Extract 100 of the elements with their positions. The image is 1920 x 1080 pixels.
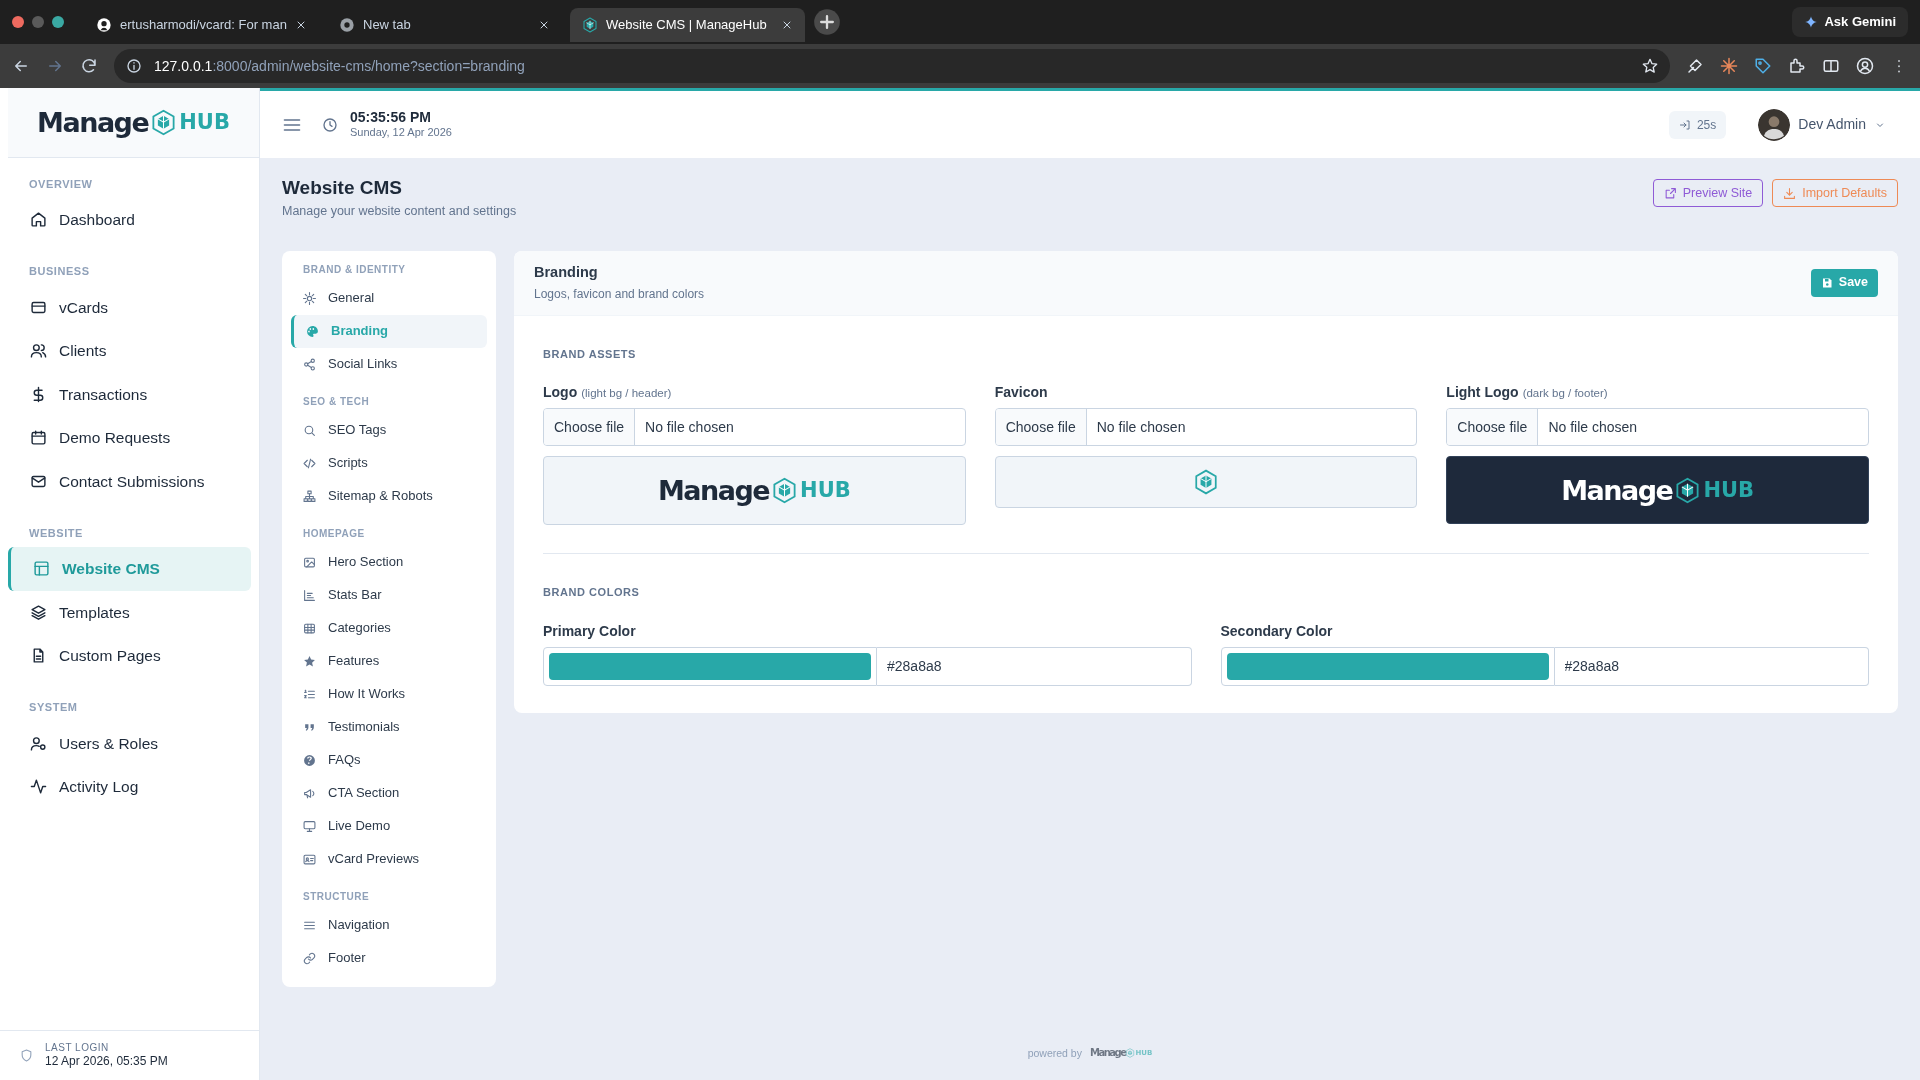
tag-icon[interactable] — [1754, 57, 1772, 75]
close-icon[interactable] — [538, 19, 550, 31]
settings-nav-item[interactable]: CTA Section — [291, 776, 487, 810]
sidebar-item[interactable]: Activity Log — [8, 765, 251, 809]
choose-file-button[interactable]: Choose file — [995, 409, 1087, 445]
split-view-icon[interactable] — [1822, 57, 1840, 75]
sidebar-item[interactable]: Transactions — [8, 372, 251, 416]
section-heading: WEBSITE — [28, 525, 84, 541]
last-login-time: 12 Apr 2026, 05:35 PM — [45, 1054, 168, 1070]
help-icon — [303, 753, 316, 767]
window-control-icon[interactable] — [52, 16, 64, 28]
monitor-icon — [303, 819, 316, 833]
sidebar-item[interactable]: Demo Requests — [8, 416, 251, 460]
user-gear-icon — [30, 734, 47, 752]
settings-nav-item[interactable]: SEO Tags — [291, 413, 487, 447]
window-control-icon[interactable] — [32, 16, 44, 28]
settings-nav-item[interactable]: FAQs — [291, 743, 487, 777]
settings-nav-item[interactable]: Social Links — [291, 347, 487, 381]
gear-icon — [303, 291, 316, 305]
browser-tab[interactable]: ertusharmodi/vcard: For man — [84, 8, 319, 42]
window-control-icon[interactable] — [12, 16, 24, 28]
hexagon-logo-icon — [1674, 476, 1702, 504]
section-heading: SYSTEM — [28, 700, 79, 716]
settings-nav-item[interactable]: Features — [291, 644, 487, 678]
download-icon — [1783, 186, 1797, 200]
field-label: Favicon — [994, 383, 1048, 402]
hexagon-logo-icon — [771, 477, 799, 504]
settings-nav-item[interactable]: Testimonials — [291, 710, 487, 744]
sidebar-item[interactable]: Contact Submissions — [8, 459, 251, 503]
settings-nav-item[interactable]: Hero Section — [291, 545, 487, 579]
clock-icon — [322, 116, 338, 133]
burst-icon[interactable] — [1720, 57, 1738, 75]
bookmark-star-icon[interactable] — [1642, 58, 1658, 74]
section-heading: BRAND & IDENTITY — [302, 263, 407, 277]
new-tab-icon[interactable] — [813, 8, 841, 36]
sidebar-item[interactable]: vCards — [8, 285, 251, 329]
section-heading: OVERVIEW — [28, 176, 94, 192]
settings-nav-item[interactable]: Live Demo — [291, 809, 487, 843]
color-picker[interactable] — [1220, 646, 1555, 686]
sidebar-item[interactable]: Dashboard — [8, 198, 251, 242]
page-title: Website CMS — [282, 176, 403, 200]
color-hex-input[interactable]: #28a8a8 — [877, 646, 1192, 686]
settings-nav-item[interactable]: Footer — [291, 941, 487, 975]
settings-nav-item[interactable]: Navigation — [291, 908, 487, 942]
hexagon-logo-icon — [150, 109, 178, 136]
logo-text: Manage — [657, 477, 770, 504]
settings-nav-item[interactable]: Categories — [291, 611, 487, 645]
avatar-icon — [1758, 108, 1791, 141]
sidebar-item[interactable]: Clients — [8, 329, 251, 373]
close-icon[interactable] — [295, 19, 307, 31]
sidebar-item[interactable]: Users & Roles — [8, 721, 251, 765]
address-bar[interactable]: 127.0.0.1:8000/admin/website-cms/home?section=branding — [114, 49, 1670, 83]
sidebar-item[interactable]: Custom Pages — [8, 634, 251, 678]
pen-icon[interactable] — [1686, 57, 1704, 75]
file-status-text: No file chosen — [644, 417, 735, 437]
choose-file-button[interactable]: Choose file — [1447, 409, 1539, 445]
settings-nav-item[interactable]: General — [291, 281, 487, 315]
reload-icon[interactable] — [80, 57, 98, 75]
tab-title: Website CMS | ManageHub — [606, 16, 768, 35]
file-status-text: No file chosen — [1547, 417, 1639, 437]
section-heading: SEO & TECH — [302, 395, 371, 409]
layout-icon — [33, 560, 50, 578]
settings-nav-item[interactable]: How It Works — [291, 677, 487, 711]
layers-icon — [30, 603, 47, 621]
field-label: Logo — [543, 383, 578, 402]
session-timer: 25s — [1668, 110, 1727, 139]
file-input[interactable]: Choose file No file chosen — [994, 408, 1418, 446]
section-heading: BRAND ASSETS — [543, 346, 637, 362]
settings-nav-item[interactable]: Scripts — [291, 446, 487, 480]
logo-text: HUB — [179, 112, 230, 133]
last-login-label: LAST LOGIN — [45, 1041, 110, 1055]
browser-tab[interactable]: New tab — [327, 8, 562, 42]
choose-file-button[interactable]: Choose file — [544, 409, 636, 445]
browser-tab[interactable]: Website CMS | ManageHub — [570, 8, 805, 42]
file-input[interactable]: Choose file No file chosen — [1446, 408, 1869, 446]
settings-nav-item[interactable]: vCard Previews — [291, 842, 487, 876]
settings-nav-item[interactable]: Stats Bar — [291, 578, 487, 612]
sidebar-item[interactable]: Templates — [8, 590, 251, 634]
home-icon — [30, 211, 47, 229]
close-icon[interactable] — [781, 19, 793, 31]
login-arrow-icon — [1678, 118, 1691, 131]
grid-icon — [303, 621, 316, 635]
file-input[interactable]: Choose file No file chosen — [543, 408, 966, 446]
section-heading: STRUCTURE — [302, 890, 371, 904]
assistant-button[interactable]: Ask Gemini — [1792, 7, 1908, 37]
panel-subtitle: Logos, favicon and brand colors — [534, 286, 706, 304]
field-label: Secondary Color — [1220, 621, 1334, 641]
field-label: Light Logo — [1446, 383, 1519, 402]
panel-title: Branding — [534, 262, 599, 282]
info-icon[interactable] — [126, 58, 142, 74]
preview-button[interactable]: Preview Site — [1652, 179, 1764, 207]
settings-nav-item[interactable]: Sitemap & Robots — [291, 479, 487, 513]
puzzle-icon[interactable] — [1788, 57, 1806, 75]
color-hex-input[interactable]: #28a8a8 — [1554, 646, 1869, 686]
user-name: Dev Admin — [1798, 115, 1866, 134]
color-picker[interactable] — [543, 646, 877, 686]
profile-icon[interactable] — [1856, 57, 1874, 75]
file-status-text: No file chosen — [1095, 417, 1187, 437]
image-icon — [303, 555, 316, 569]
user-menu[interactable]: Dev Admin — [1758, 108, 1886, 141]
